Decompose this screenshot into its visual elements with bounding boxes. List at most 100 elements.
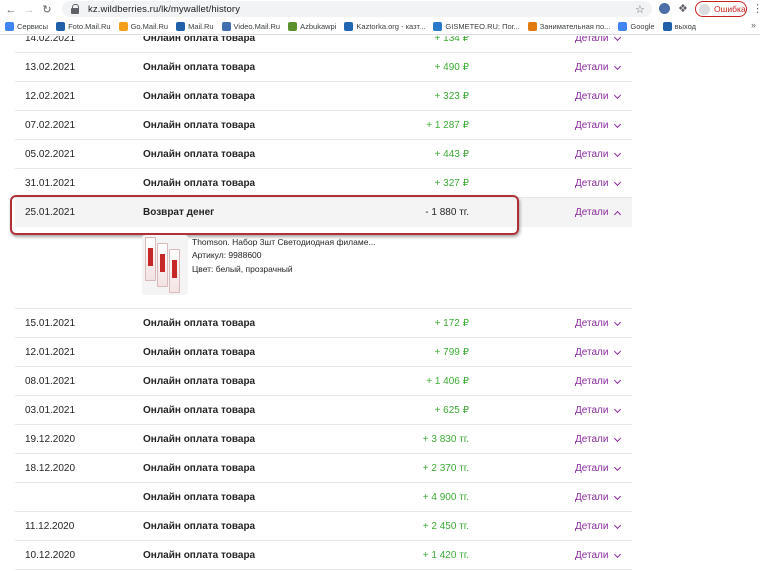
transaction-date: 31.01.2021 xyxy=(25,178,76,189)
product-box-image xyxy=(169,249,180,293)
bookmark-label: Сервисы xyxy=(17,22,49,31)
chevron-down-icon xyxy=(614,434,622,442)
bookmark-favicon-icon xyxy=(118,22,128,31)
transaction-date: 08.01.2021 xyxy=(25,376,76,387)
details-label: Детали xyxy=(575,376,609,387)
bookmark-item[interactable]: Google xyxy=(618,22,655,31)
transaction-amount: + 1 420 тг. xyxy=(422,550,469,561)
bookmark-item[interactable]: Video.Mail.Ru xyxy=(221,22,281,31)
details-label: Детали xyxy=(575,120,609,131)
chevron-down-icon xyxy=(614,376,622,384)
chevron-down-icon xyxy=(614,405,622,413)
browser-toolbar: ← → ↻ kz.wildberries.ru/lk/mywallet/hist… xyxy=(0,0,760,19)
bookmark-item[interactable]: GISMETEO.RU: Пог... xyxy=(433,22,520,31)
forward-arrow-icon[interactable]: → xyxy=(22,3,36,17)
details-toggle[interactable]: Детали xyxy=(575,454,622,483)
details-toggle[interactable]: Детали xyxy=(575,198,622,227)
table-row: 11.12.2020 Онлайн оплата товара + 2 450 тг… xyxy=(15,512,632,541)
chevron-down-icon xyxy=(614,463,622,471)
more-bookmarks-icon[interactable]: » xyxy=(751,20,756,30)
bookmark-item[interactable]: Mail.Ru xyxy=(176,22,214,31)
bookmark-label: GISMETEO.RU: Пог... xyxy=(445,22,520,31)
transaction-description: Онлайн оплата товара xyxy=(143,120,256,131)
bookmark-item[interactable]: Kaztorka.org - казт... xyxy=(344,22,425,31)
menu-icon[interactable]: ⋮ xyxy=(752,2,760,15)
table-row: 18.12.2020 Онлайн оплата товара + 2 370 тг… xyxy=(15,454,632,483)
transaction-date: 14.02.2021 xyxy=(25,36,76,44)
address-bar[interactable]: kz.wildberries.ru/lk/mywallet/history xyxy=(62,1,652,17)
details-label: Детали xyxy=(575,521,609,532)
transaction-amount: + 443 ₽ xyxy=(434,149,469,160)
bookmark-item[interactable]: Занимательная по... xyxy=(527,22,611,31)
chevron-down-icon xyxy=(614,36,622,41)
bookmark-label: Занимательная по... xyxy=(539,22,611,31)
details-toggle[interactable]: Детали xyxy=(575,111,622,140)
table-row: 10.12.2020 Онлайн оплата товара + 1 420 тг… xyxy=(15,541,632,570)
transaction-description: Онлайн оплата товара xyxy=(143,318,256,329)
bookmark-favicon-icon xyxy=(56,22,66,31)
url-text[interactable]: kz.wildberries.ru/lk/mywallet/history xyxy=(88,4,240,15)
details-toggle[interactable]: Детали xyxy=(575,396,622,425)
bookmark-label: Go.Mail.Ru xyxy=(130,22,169,31)
details-toggle[interactable]: Детали xyxy=(575,82,622,111)
transaction-date: 11.12.2020 xyxy=(25,521,75,532)
bookmark-favicon-icon xyxy=(662,22,672,31)
lock-icon xyxy=(70,4,80,14)
product-article: Артикул: 9988600 xyxy=(192,250,262,260)
table-row: 08.01.2021 Онлайн оплата товара + 1 406 ₽ Д… xyxy=(15,367,632,396)
details-toggle[interactable]: Детали xyxy=(575,425,622,454)
transaction-amount: + 323 ₽ xyxy=(434,91,469,102)
transaction-description: Онлайн оплата товара xyxy=(143,36,256,44)
details-toggle[interactable]: Детали xyxy=(575,36,622,53)
bookmark-label: Mail.Ru xyxy=(188,22,214,31)
details-label: Детали xyxy=(575,91,609,102)
details-label: Детали xyxy=(575,463,609,474)
product-box-image xyxy=(157,243,168,287)
bookmark-label: Video.Mail.Ru xyxy=(233,22,281,31)
profile-error-button[interactable]: Ошибка xyxy=(695,1,747,17)
bookmark-favicon-icon xyxy=(433,22,443,31)
chevron-down-icon xyxy=(614,521,622,529)
details-toggle[interactable]: Детали xyxy=(575,483,622,512)
details-label: Детали xyxy=(575,318,609,329)
bookmark-item[interactable]: Foto.Mail.Ru xyxy=(56,22,111,31)
details-toggle[interactable]: Детали xyxy=(575,541,622,570)
transaction-description: Онлайн оплата товара xyxy=(143,434,256,445)
table-row: 13.02.2021 Онлайн оплата товара + 490 ₽ Дет… xyxy=(15,53,632,82)
chevron-down-icon xyxy=(614,149,622,157)
details-toggle[interactable]: Детали xyxy=(575,169,622,198)
details-label: Детали xyxy=(575,36,609,44)
back-arrow-icon[interactable]: ← xyxy=(4,3,18,17)
details-toggle[interactable]: Детали xyxy=(575,367,622,396)
bookmark-star-icon[interactable]: ☆ xyxy=(635,3,645,16)
bookmark-favicon-icon xyxy=(176,22,186,31)
bookmark-label: Foto.Mail.Ru xyxy=(68,22,111,31)
transaction-description: Онлайн оплата товара xyxy=(143,521,256,532)
reload-icon[interactable]: ↻ xyxy=(40,3,54,17)
table-row: 19.12.2020 Онлайн оплата товара + 3 830 тг… xyxy=(15,425,632,454)
chevron-down-icon xyxy=(614,91,622,99)
puzzle-icon[interactable]: ❖ xyxy=(678,2,688,15)
transaction-amount: + 3 830 тг. xyxy=(422,434,469,445)
details-label: Детали xyxy=(575,347,609,358)
product-name[interactable]: Thomson. Набор 3шт Светодиодная филаме..… xyxy=(192,237,376,247)
details-toggle[interactable]: Детали xyxy=(575,512,622,541)
extension-icon[interactable] xyxy=(659,3,670,14)
bookmark-item[interactable]: Azbukawpi xyxy=(288,22,336,31)
bookmark-item[interactable]: Сервисы xyxy=(5,22,48,31)
details-label: Детали xyxy=(575,178,609,189)
transaction-description: Онлайн оплата товара xyxy=(143,463,256,474)
product-thumbnail[interactable] xyxy=(142,235,188,295)
details-label: Детали xyxy=(575,405,609,416)
details-toggle[interactable]: Детали xyxy=(575,140,622,169)
details-toggle[interactable]: Детали xyxy=(575,309,622,338)
details-toggle[interactable]: Детали xyxy=(575,338,622,367)
bookmarks-bar: Сервисы Foto.Mail.Ru Go.Mail.Ru Mail.Ru Vide… xyxy=(0,19,760,35)
bookmark-item[interactable]: Go.Mail.Ru xyxy=(118,22,169,31)
bookmark-item[interactable]: выход xyxy=(662,22,696,31)
table-row: Онлайн оплата товара + 4 900 тг. Детали xyxy=(15,483,632,512)
product-box-image xyxy=(145,237,156,281)
details-toggle[interactable]: Детали xyxy=(575,53,622,82)
transaction-amount: + 2 450 тг. xyxy=(422,521,469,532)
details-label: Детали xyxy=(575,550,609,561)
